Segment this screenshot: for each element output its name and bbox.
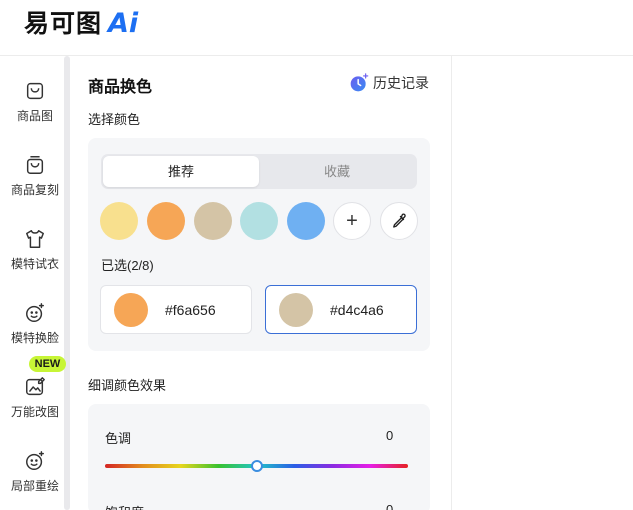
pick-color-label: 选择颜色 [88, 112, 141, 127]
sidebar-item-label: 模特试衣 [10, 257, 59, 271]
fine-tune-label: 细调颜色效果 [88, 378, 167, 393]
selected-color-hex: #f6a656 [165, 302, 216, 318]
sidebar-item-label: 局部重绘 [10, 479, 59, 493]
add-color-button[interactable]: + [333, 202, 371, 240]
selected-color-hex: #d4c4a6 [330, 302, 384, 318]
logo-ai-mark: Ai [108, 8, 139, 39]
logo-text: 易可图 [24, 9, 103, 38]
selected-color-chip[interactable]: #f6a656 [100, 285, 252, 334]
color-swatch[interactable] [287, 202, 325, 240]
face-sparkle-icon [26, 451, 44, 470]
sidebar-item-inpaint[interactable]: 局部重绘 [0, 450, 70, 510]
selected-color-dot [279, 293, 313, 327]
shirt-icon [26, 230, 44, 248]
color-tabs: 推荐 收藏 [101, 154, 417, 189]
face-sparkle-icon [26, 303, 44, 322]
sidebar-item-label: 万能改图 [10, 405, 59, 419]
sidebar-item-face-swap[interactable]: 模特换脸 [0, 302, 70, 362]
history-button[interactable]: 历史记录 [349, 73, 429, 93]
tab-favorites[interactable]: 收藏 [259, 156, 415, 187]
fine-tune-card [88, 404, 430, 510]
canvas-area[interactable] [452, 56, 633, 510]
bag-copy-icon [26, 156, 44, 174]
sidebar-item-product-replica[interactable]: 商品复刻 [0, 154, 70, 214]
new-badge: NEW [29, 356, 66, 372]
history-label: 历史记录 [373, 75, 429, 91]
top-bar: 易可图 Ai [0, 0, 633, 56]
color-swatch[interactable] [147, 202, 185, 240]
hue-value: 0 [386, 428, 394, 443]
sidebar-item-product-image[interactable]: 商品图 [0, 80, 70, 140]
selected-count-label: 已选(2/8) [101, 258, 154, 273]
page-title: 商品换色 [88, 79, 153, 96]
sidebar-item-label: 模特换脸 [10, 331, 59, 345]
color-swatch[interactable] [194, 202, 232, 240]
history-icon [350, 73, 369, 92]
selected-color-dot [114, 293, 148, 327]
saturation-value: 0 [386, 502, 394, 510]
bag-icon [26, 82, 44, 100]
sidebar-item-image-edit[interactable]: 万能改图 [0, 376, 70, 436]
plus-icon: + [346, 209, 358, 232]
color-swatch[interactable] [240, 202, 278, 240]
color-swatch[interactable] [100, 202, 138, 240]
sidebar-item-label: 商品复刻 [10, 183, 59, 197]
hue-slider-thumb[interactable] [251, 460, 263, 472]
selected-color-chip[interactable]: #d4c4a6 [265, 285, 417, 334]
eyedropper-icon [393, 213, 406, 228]
sidebar-item-model-tryon[interactable]: 模特试衣 [0, 228, 70, 288]
eyedropper-button[interactable] [380, 202, 418, 240]
hue-label: 色调 [105, 431, 132, 446]
tab-recommended[interactable]: 推荐 [103, 156, 259, 187]
sidebar-item-label: 商品图 [16, 109, 53, 123]
saturation-label: 饱和度 [105, 502, 144, 510]
logo[interactable]: 易可图 Ai [24, 9, 138, 39]
image-edit-icon [26, 377, 45, 396]
